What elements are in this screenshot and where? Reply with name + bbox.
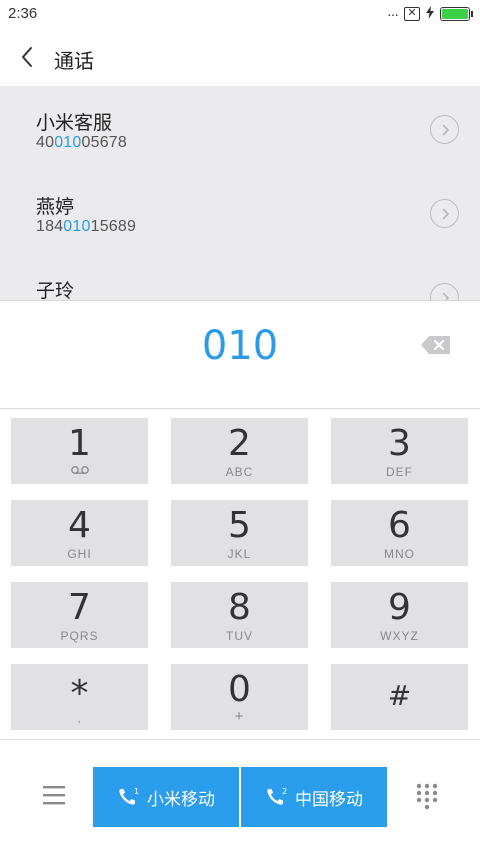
backspace-icon xyxy=(421,336,450,354)
key-1[interactable]: 1 xyxy=(11,418,148,484)
page-title: 通话 xyxy=(54,51,94,73)
key-5[interactable]: 5 JKL xyxy=(171,500,308,566)
key-2[interactable]: 2 ABC xyxy=(171,418,308,484)
key-4[interactable]: 4 GHI xyxy=(11,500,148,566)
key-3[interactable]: 3 DEF xyxy=(331,418,468,484)
chevron-left-icon xyxy=(22,47,32,67)
call-sim1-button[interactable]: 1 小米移动 xyxy=(93,767,239,827)
bottom-action-bar: 1 小米移动 2 中国移动 xyxy=(0,739,480,853)
dialed-number: 010 xyxy=(201,323,279,369)
phone-sim2-icon: 2 xyxy=(267,787,287,805)
charging-icon xyxy=(426,6,434,22)
contact-name: 燕婷 xyxy=(36,197,75,218)
status-icons: ··· ✕ xyxy=(387,6,473,22)
svg-text:2: 2 xyxy=(282,787,287,796)
call-sim2-button[interactable]: 2 中国移动 xyxy=(241,767,387,827)
signal-dots-icon: ··· xyxy=(387,6,399,22)
key-7[interactable]: 7 PQRS xyxy=(11,582,148,648)
chevron-right-icon[interactable] xyxy=(430,115,459,144)
contact-number: 4001005678 xyxy=(36,134,127,151)
hamburger-menu-icon xyxy=(43,786,65,805)
key-star[interactable]: * , xyxy=(11,664,148,730)
status-time: 2:36 xyxy=(8,5,38,22)
status-bar: 2:36 ··· ✕ xyxy=(0,0,480,28)
menu-button[interactable] xyxy=(42,784,66,806)
svg-text:1: 1 xyxy=(134,787,139,796)
contact-results-list: 小米客服 4001005678 燕婷 18401015689 子玲 xyxy=(0,86,480,300)
chevron-right-icon[interactable] xyxy=(430,283,459,300)
contact-number: 18401015689 xyxy=(36,218,137,235)
phone-sim1-icon: 1 xyxy=(119,787,139,805)
key-8[interactable]: 8 TUV xyxy=(171,582,308,648)
list-item[interactable]: 燕婷 18401015689 xyxy=(0,170,480,254)
backspace-button[interactable] xyxy=(420,334,452,356)
back-button[interactable] xyxy=(16,42,40,72)
battery-icon xyxy=(440,7,473,21)
no-sim-icon: ✕ xyxy=(404,7,420,21)
chevron-right-icon[interactable] xyxy=(430,199,459,228)
key-hash[interactable]: # xyxy=(331,664,468,730)
list-item[interactable]: 子玲 xyxy=(0,254,480,300)
list-item[interactable]: 小米客服 4001005678 xyxy=(0,86,480,170)
contact-name: 小米客服 xyxy=(36,113,113,134)
dialed-number-display: 010 xyxy=(0,300,480,409)
contact-name: 子玲 xyxy=(36,281,75,300)
dial-keypad: 1 2 ABC 3 DEF 4 GHI 5 JKL 6 MNO 7 PQRS 8… xyxy=(0,409,480,739)
battery-level-fill xyxy=(442,9,468,19)
voicemail-icon xyxy=(11,465,148,475)
key-0[interactable]: 0 + xyxy=(171,664,308,730)
dialpad-toggle-button[interactable] xyxy=(415,783,439,811)
dialpad-icon xyxy=(416,783,438,810)
key-6[interactable]: 6 MNO xyxy=(331,500,468,566)
sim1-label: 小米移动 xyxy=(147,789,215,809)
app-header: 通话 xyxy=(0,28,480,86)
key-9[interactable]: 9 WXYZ xyxy=(331,582,468,648)
sim2-label: 中国移动 xyxy=(295,789,363,809)
